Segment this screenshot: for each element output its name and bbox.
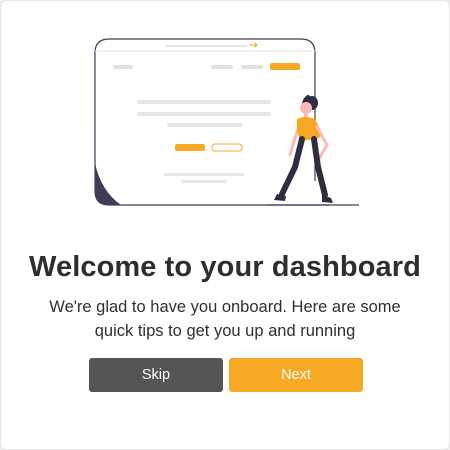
person-walking-graphic [274, 95, 333, 203]
onboarding-description: We're glad to have you onboard. Here are… [49, 298, 401, 340]
onboarding-card: Welcome to your dashboard We're glad to … [0, 0, 450, 450]
next-button[interactable]: Next [229, 358, 363, 392]
browser-window-graphic [94, 38, 329, 206]
page-title: Welcome to your dashboard [29, 251, 421, 283]
skip-button[interactable]: Skip [89, 358, 223, 392]
onboarding-illustration [94, 38, 359, 206]
